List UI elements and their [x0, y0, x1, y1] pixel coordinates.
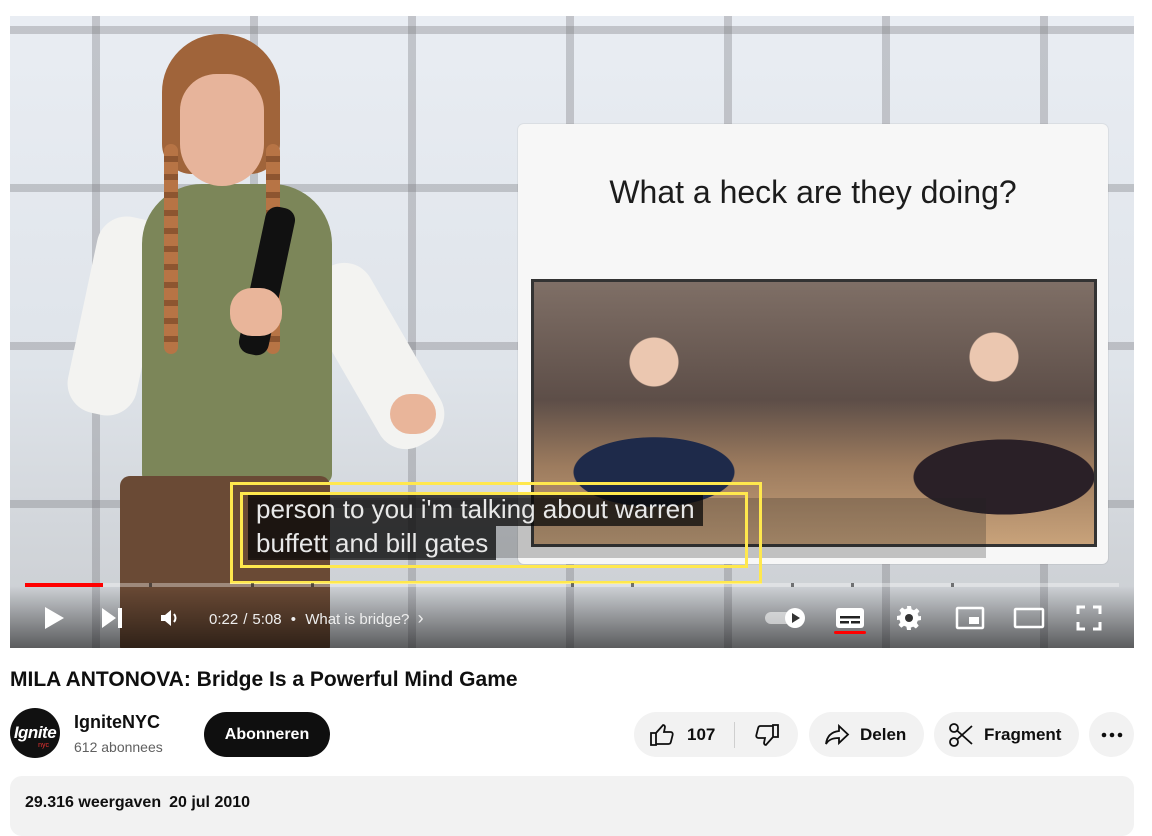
chapter-marker	[251, 583, 254, 587]
channel-name[interactable]: IgniteNYC	[74, 712, 160, 733]
autoplay-toggle-icon	[765, 608, 805, 628]
thumbs-down-icon	[754, 723, 779, 746]
subscribe-button[interactable]: Abonneren	[204, 712, 330, 757]
share-icon	[825, 723, 850, 745]
chapter-title[interactable]: What is bridge?	[305, 611, 409, 628]
progress-bar[interactable]	[25, 583, 1119, 587]
chevron-right-icon[interactable]: ›	[418, 608, 424, 628]
theater-mode-button[interactable]	[1012, 604, 1046, 632]
volume-button[interactable]	[156, 604, 184, 632]
share-label: Delen	[860, 724, 907, 744]
subtitles-icon	[836, 608, 864, 628]
time-display: 0:22/5:08 • What is bridge? ›	[209, 608, 424, 628]
theater-mode-icon	[1013, 607, 1045, 629]
current-time: 0:22	[209, 611, 239, 628]
fullscreen-icon	[1076, 605, 1102, 631]
chapter-marker	[311, 583, 314, 587]
highlight-box-inner	[240, 492, 748, 568]
miniplayer-button[interactable]	[954, 604, 986, 632]
miniplayer-icon	[955, 606, 985, 630]
chapter-marker	[791, 583, 794, 587]
description-box[interactable]: 29.316 weergaven 20 jul 2010	[10, 776, 1134, 836]
view-count: 29.316 weergaven	[25, 794, 162, 811]
avatar-logo-subtext: nyc	[38, 742, 49, 749]
clip-label: Fragment	[984, 724, 1062, 744]
subtitles-button[interactable]	[834, 604, 866, 632]
more-horizontal-icon	[1101, 732, 1122, 737]
chapter-marker	[851, 583, 854, 587]
subtitles-active-indicator	[834, 631, 866, 634]
duration: 5:08	[252, 611, 282, 628]
fullscreen-button[interactable]	[1074, 604, 1104, 632]
gear-icon	[897, 606, 921, 630]
upload-date: 20 jul 2010	[169, 794, 251, 811]
play-button[interactable]	[40, 604, 68, 632]
autoplay-toggle[interactable]	[764, 604, 808, 632]
chapter-marker	[951, 583, 954, 587]
play-icon	[45, 607, 64, 629]
description-meta: 29.316 weergaven 20 jul 2010	[25, 794, 250, 812]
share-button[interactable]: Delen	[809, 712, 924, 757]
avatar-logo-text: Ignite	[13, 723, 57, 742]
clip-button[interactable]: Fragment	[934, 712, 1079, 757]
more-actions-button[interactable]	[1089, 712, 1134, 757]
settings-button[interactable]	[894, 604, 924, 632]
channel-avatar[interactable]: Ignite nyc	[10, 708, 60, 758]
video-frame[interactable]: What a heck are they doing? person to yo…	[10, 16, 1134, 648]
like-count: 107	[687, 724, 716, 744]
scissors-icon	[949, 722, 973, 747]
slide-title: What a heck are they doing?	[609, 174, 1017, 210]
video-player[interactable]: What a heck are they doing? person to yo…	[10, 16, 1134, 648]
subscriber-count: 612 abonnees	[74, 739, 163, 755]
like-button[interactable]: 107	[634, 712, 734, 757]
chapter-marker	[571, 583, 574, 587]
like-dislike-group: 107	[634, 712, 798, 757]
progress-played	[25, 583, 104, 587]
next-button[interactable]	[98, 604, 126, 632]
next-icon	[102, 608, 122, 628]
chapter-marker	[631, 583, 634, 587]
chapter-separator: •	[290, 611, 297, 628]
video-title: MILA ANTONOVA: Bridge Is a Powerful Mind…	[10, 668, 518, 691]
thumbs-up-icon	[650, 723, 674, 746]
dislike-button[interactable]	[735, 712, 798, 757]
chapter-marker	[149, 583, 152, 587]
volume-icon	[161, 610, 177, 626]
